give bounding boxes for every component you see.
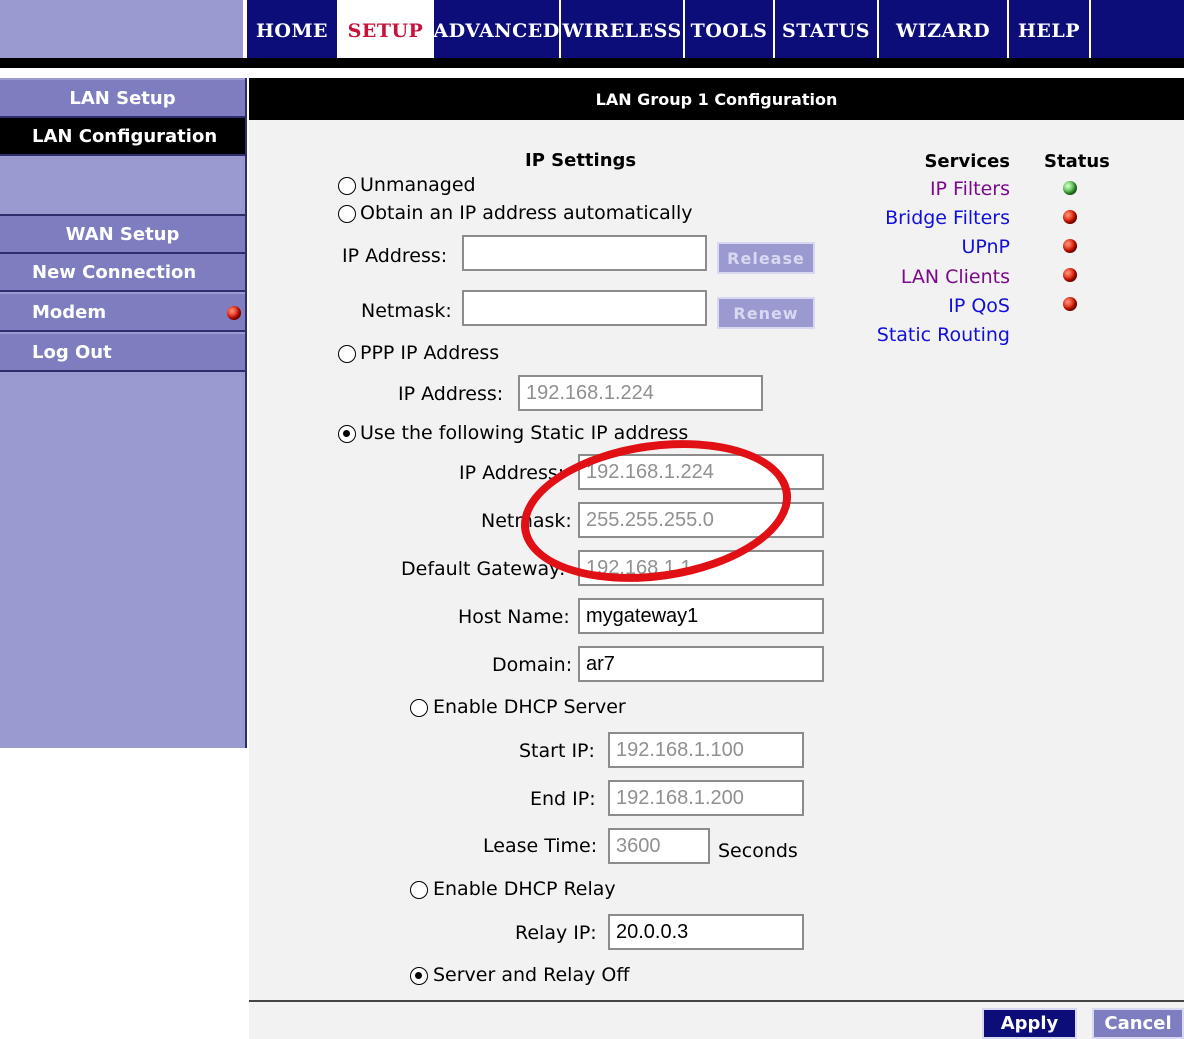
radio-static-ip-label: Use the following Static IP address <box>360 422 689 444</box>
service-ip-qos-link[interactable]: IP QoS <box>948 295 1010 317</box>
cancel-button[interactable]: Cancel <box>1092 1008 1184 1039</box>
sidebar-item-lan-configuration[interactable]: LAN Configuration <box>0 118 245 156</box>
sidebar-item-log-out[interactable]: Log Out <box>0 334 245 372</box>
ip-settings-title: IP Settings <box>525 150 637 171</box>
ip-qos-status-red-led-icon <box>1063 297 1077 311</box>
nav-spacer <box>0 68 1184 78</box>
services-header: Services <box>924 151 1010 172</box>
tab-wizard[interactable]: WIZARD <box>877 0 1007 58</box>
radio-obtain-auto-label: Obtain an IP address automatically <box>360 202 693 224</box>
ppp-ip-input[interactable] <box>518 375 763 411</box>
end-ip-input[interactable] <box>608 780 804 816</box>
static-netmask-label: Netmask: <box>481 510 572 532</box>
start-ip-input[interactable] <box>608 732 804 768</box>
tab-wireless[interactable]: WIRELESS <box>559 0 683 58</box>
radio-unmanaged-label: Unmanaged <box>360 174 476 196</box>
lan-clients-status-red-led-icon <box>1063 268 1077 282</box>
radio-dhcp-server[interactable] <box>410 699 428 717</box>
tab-setup[interactable]: SETUP <box>337 0 432 58</box>
service-ip-filters-link[interactable]: IP Filters <box>930 178 1010 200</box>
relay-ip-label: Relay IP: <box>515 922 597 944</box>
tab-home[interactable]: HOME <box>245 0 337 58</box>
tab-tools[interactable]: TOOLS <box>683 0 773 58</box>
radio-obtain-auto[interactable] <box>338 205 356 223</box>
auto-netmask-label: Netmask: <box>361 300 452 322</box>
radio-dhcp-server-label: Enable DHCP Server <box>433 696 626 718</box>
service-lan-clients-link[interactable]: LAN Clients <box>901 266 1010 288</box>
nav-logo-area <box>0 0 245 58</box>
ip-filters-status-green-led-icon <box>1063 181 1077 195</box>
renew-button[interactable]: Renew <box>717 297 815 329</box>
sidebar-item-modem-label: Modem <box>32 301 107 323</box>
tab-spacer <box>1089 0 1184 58</box>
static-ip-label: IP Address: <box>459 462 565 484</box>
lease-time-input[interactable] <box>608 828 710 864</box>
tab-advanced[interactable]: ADVANCED <box>432 0 559 58</box>
radio-ppp-ip-label: PPP IP Address <box>360 342 500 364</box>
modem-status-red-led-icon <box>227 306 241 320</box>
static-ip-input[interactable] <box>578 454 824 490</box>
radio-ppp-ip[interactable] <box>338 345 356 363</box>
radio-dhcp-relay[interactable] <box>410 881 428 899</box>
sidebar-item-new-connection[interactable]: New Connection <box>0 254 245 292</box>
radio-server-relay-off-label: Server and Relay Off <box>433 964 630 986</box>
lease-time-unit: Seconds <box>718 840 798 862</box>
sidebar: LAN Setup LAN Configuration WAN Setup Ne… <box>0 78 247 748</box>
auto-ip-input[interactable] <box>462 235 707 271</box>
service-upnp-link[interactable]: UPnP <box>961 236 1010 258</box>
upnp-status-red-led-icon <box>1063 239 1077 253</box>
radio-server-relay-off[interactable] <box>410 967 428 985</box>
gateway-input[interactable] <box>578 550 824 586</box>
radio-static-ip[interactable] <box>338 425 356 443</box>
relay-ip-input[interactable] <box>608 914 804 950</box>
sidebar-header-lan-setup: LAN Setup <box>0 80 245 118</box>
services-list: Services IP Filters Bridge Filters UPnP … <box>860 148 1010 358</box>
tab-status[interactable]: STATUS <box>773 0 877 58</box>
status-header: Status <box>1044 151 1110 172</box>
host-name-label: Host Name: <box>458 606 570 628</box>
page-title: LAN Group 1 Configuration <box>249 78 1184 120</box>
domain-input[interactable] <box>578 646 824 682</box>
end-ip-label: End IP: <box>530 788 596 810</box>
static-netmask-input[interactable] <box>578 502 824 538</box>
service-bridge-filters-link[interactable]: Bridge Filters <box>885 207 1010 229</box>
lease-time-label: Lease Time: <box>483 835 598 857</box>
ppp-ip-label: IP Address: <box>398 383 504 405</box>
radio-unmanaged[interactable] <box>338 177 356 195</box>
gateway-label: Default Gateway: <box>401 558 566 580</box>
release-button[interactable]: Release <box>717 242 815 274</box>
radio-dhcp-relay-label: Enable DHCP Relay <box>433 878 616 900</box>
auto-ip-label: IP Address: <box>342 245 448 267</box>
bridge-filters-status-red-led-icon <box>1063 210 1077 224</box>
service-static-routing-link[interactable]: Static Routing <box>877 324 1010 346</box>
auto-netmask-input[interactable] <box>462 290 707 326</box>
start-ip-label: Start IP: <box>519 740 595 762</box>
sidebar-spacer <box>0 158 245 216</box>
host-name-input[interactable] <box>578 598 824 634</box>
apply-button[interactable]: Apply <box>982 1008 1077 1039</box>
sidebar-header-wan-setup: WAN Setup <box>0 216 245 254</box>
domain-label: Domain: <box>492 654 573 676</box>
sidebar-item-modem[interactable]: Modem <box>0 294 245 332</box>
tab-help[interactable]: HELP <box>1007 0 1089 58</box>
nav-divider <box>0 58 1184 68</box>
